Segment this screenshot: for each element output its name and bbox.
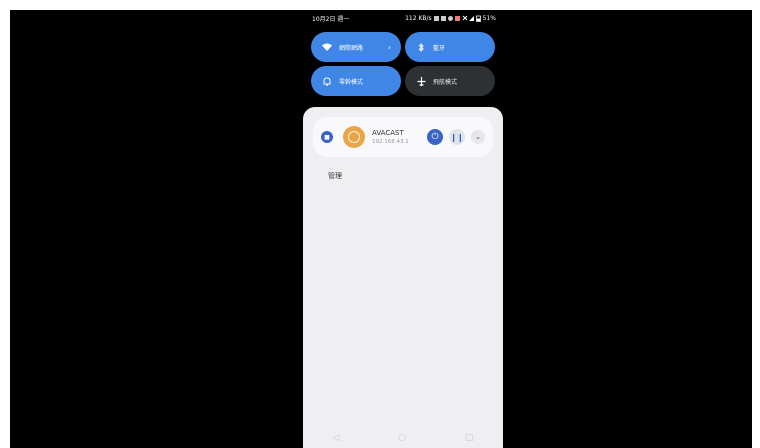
chevron-down-icon[interactable]: ⌄	[471, 130, 485, 144]
chevron-right-icon: ›	[387, 42, 391, 52]
tile-dnd-label: 零幹模式	[339, 78, 364, 86]
media-device-card[interactable]: ■ AVACAST 192.168.43.1 ⏻ ❙❙ ⌄	[313, 117, 493, 157]
app-icon	[343, 126, 365, 148]
device-info: AVACAST 192.168.43.1	[372, 129, 409, 145]
wifi-icon	[321, 41, 333, 53]
tile-bluetooth-label: 藍牙	[433, 44, 446, 52]
pause-icon[interactable]: ❙❙	[449, 129, 465, 145]
navigation-bar: ◁ ○ □	[303, 428, 503, 448]
status-icons	[433, 15, 474, 21]
tile-do-not-disturb[interactable]: 零幹模式	[311, 66, 401, 96]
battery-icon	[475, 15, 481, 22]
tile-airplane-label: 飛航模式	[433, 78, 458, 86]
airplane-icon	[415, 75, 427, 87]
tile-internet-label: 網際網路	[339, 44, 364, 52]
power-icon[interactable]: ⏻	[427, 129, 443, 145]
recents-icon[interactable]: □	[465, 433, 474, 443]
bell-icon	[321, 75, 333, 87]
tile-airplane-mode[interactable]: 飛航模式	[405, 66, 495, 96]
battery-level: 51%	[482, 14, 496, 22]
device-name: AVACAST	[372, 129, 404, 137]
output-switcher-panel: ■ AVACAST 192.168.43.1 ⏻ ❙❙ ⌄ 管理 ◁ ○ □	[303, 107, 503, 448]
status-indicators: 112 KB/s 51%	[405, 15, 496, 22]
tile-internet[interactable]: 網際網路 ›	[311, 32, 401, 62]
device-ip: 192.168.43.1	[372, 139, 409, 145]
media-controls: ⏻ ❙❙ ⌄	[427, 129, 485, 145]
net-speed: 112 KB/s	[405, 14, 432, 22]
status-bar: 10月2日 週一 112 KB/s 51%	[312, 12, 496, 24]
home-icon[interactable]: ○	[398, 433, 406, 443]
app-badge-icon: ■	[321, 131, 333, 143]
bluetooth-icon	[415, 41, 427, 53]
back-icon[interactable]: ◁	[332, 433, 339, 443]
status-datetime: 10月2日 週一	[312, 15, 350, 23]
manage-button[interactable]: 管理	[328, 171, 342, 181]
tile-bluetooth[interactable]: 藍牙	[405, 32, 495, 62]
